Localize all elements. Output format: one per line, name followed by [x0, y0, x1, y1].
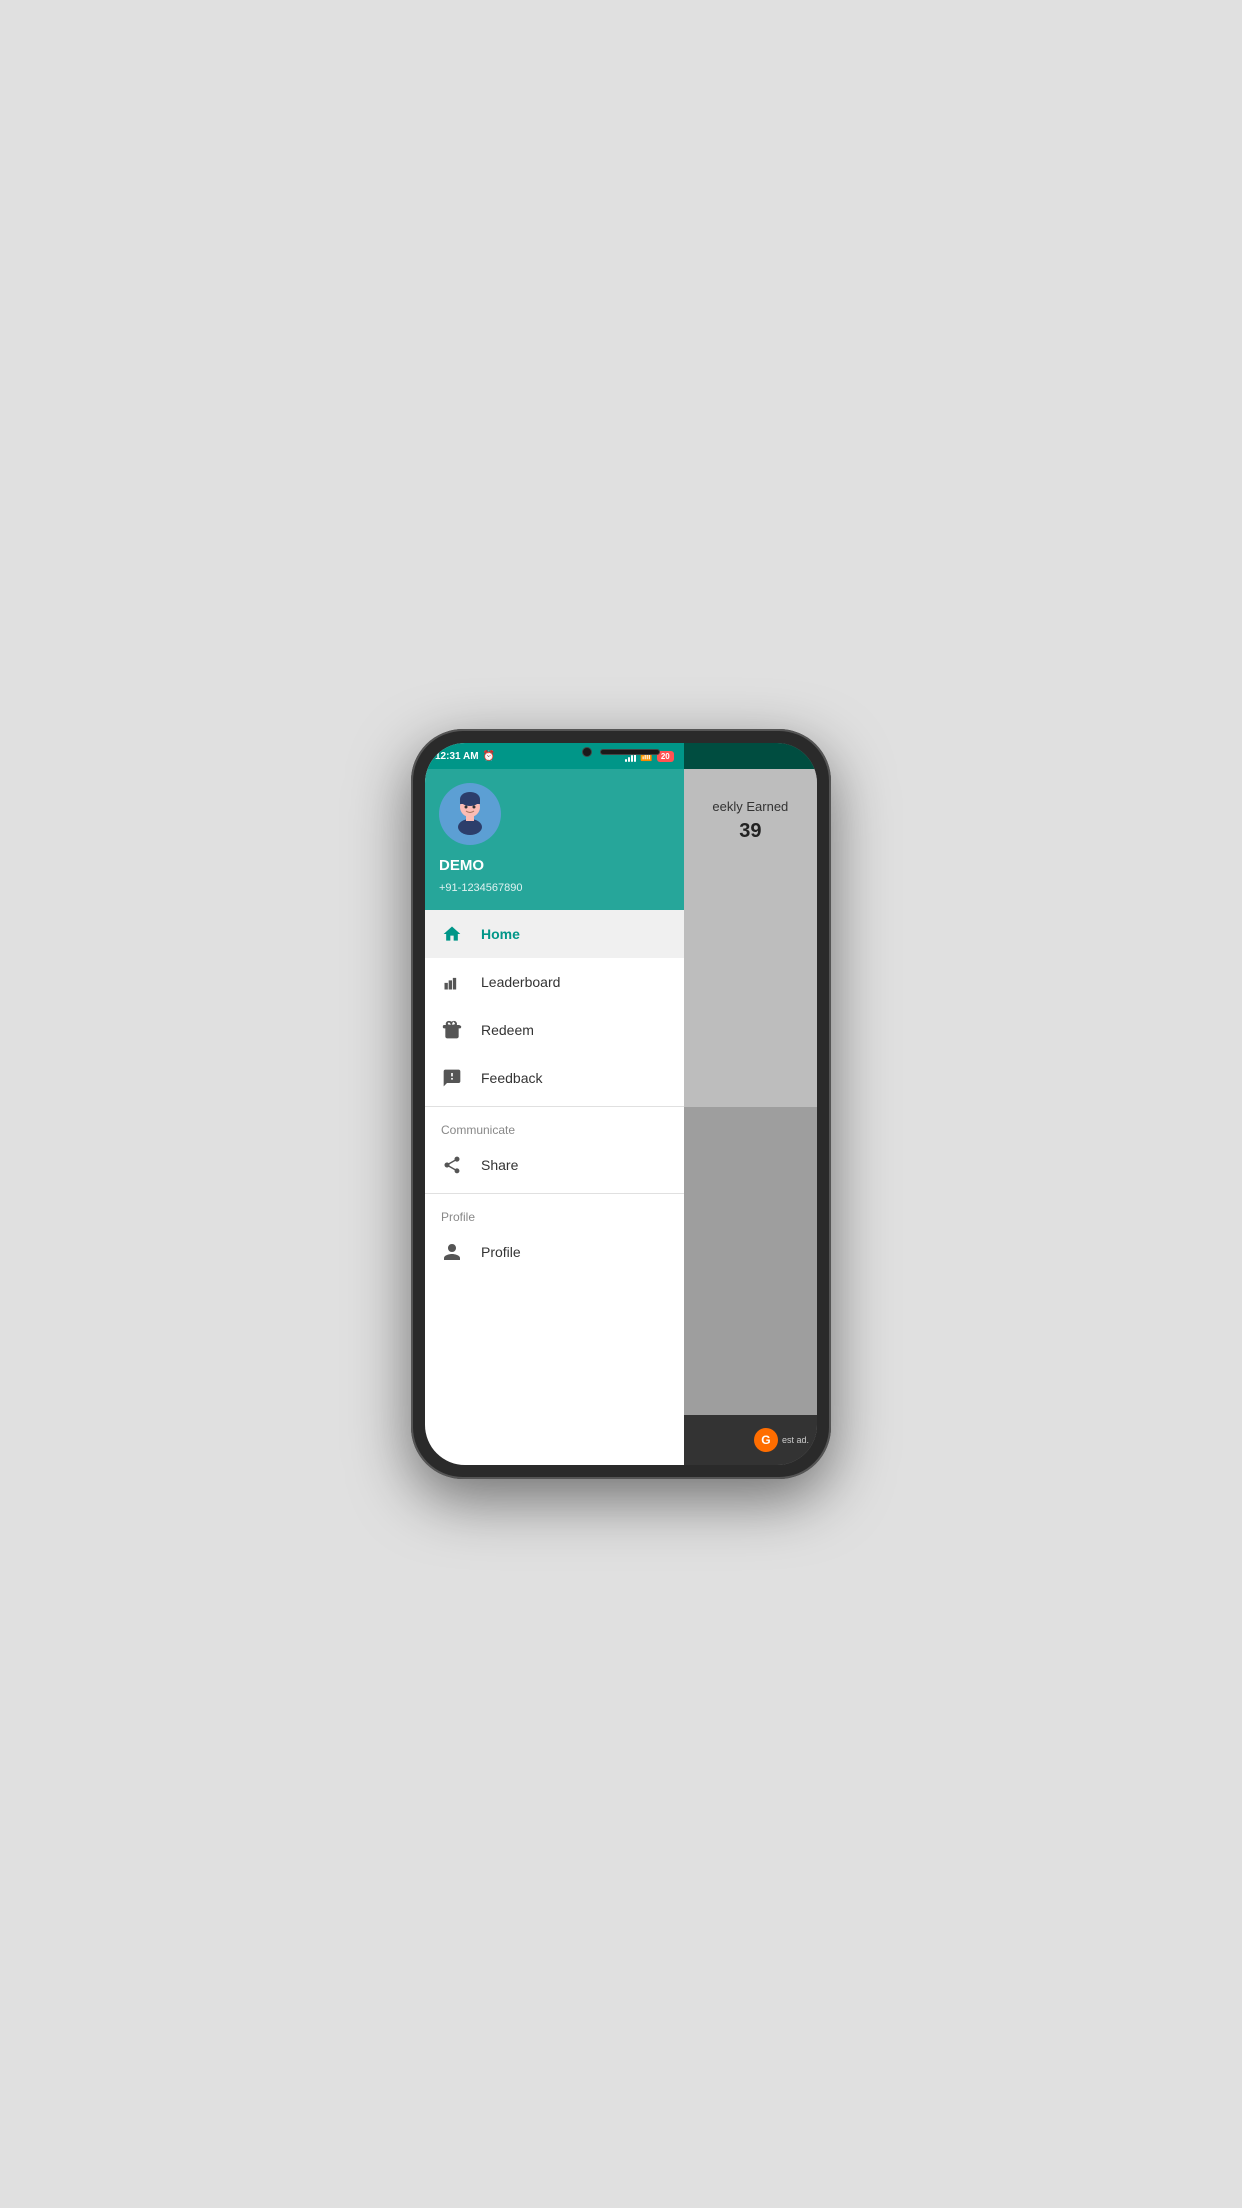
- person-icon: [441, 1241, 463, 1263]
- sidebar-item-leaderboard[interactable]: Leaderboard: [425, 958, 684, 1006]
- feedback-icon: [441, 1067, 463, 1089]
- profile-section-header: Profile: [425, 1198, 684, 1228]
- sidebar-item-home-label: Home: [481, 926, 520, 942]
- drawer-panel: 12:31 AM ⏰ 📶 20: [425, 743, 684, 1465]
- communicate-section-header: Communicate: [425, 1111, 684, 1141]
- sidebar-item-redeem-label: Redeem: [481, 1022, 534, 1038]
- weekly-earned-label: eekly Earned: [712, 799, 788, 814]
- phone-notch: [582, 747, 660, 757]
- ad-text: est ad.: [782, 1435, 809, 1445]
- sidebar-item-leaderboard-label: Leaderboard: [481, 974, 560, 990]
- divider-2: [425, 1193, 684, 1194]
- ad-logo-icon: G: [754, 1428, 778, 1452]
- battery-level: 20: [661, 752, 670, 761]
- sidebar-item-home[interactable]: Home: [425, 910, 684, 958]
- user-name: DEMO: [439, 857, 670, 874]
- alarm-icon: ⏰: [483, 751, 495, 762]
- divider-1: [425, 1106, 684, 1107]
- time-display: 12:31 AM: [435, 751, 479, 762]
- sidebar-item-feedback[interactable]: Feedback: [425, 1054, 684, 1102]
- front-camera: [582, 747, 592, 757]
- phone-speaker: [600, 749, 660, 755]
- avatar: [439, 783, 501, 845]
- redeem-icon: [441, 1019, 463, 1041]
- drawer-header: DEMO +91-1234567890: [425, 769, 684, 910]
- ad-area: G est ad.: [684, 1415, 817, 1465]
- bar2: [628, 757, 630, 762]
- right-status-bar: [684, 743, 817, 769]
- share-icon: [441, 1154, 463, 1176]
- leaderboard-icon: [441, 971, 463, 993]
- avatar-svg: [445, 789, 495, 839]
- main-panel: eekly Earned 39 G est ad.: [684, 743, 817, 1465]
- right-bottom: [684, 1107, 817, 1415]
- user-phone: +91-1234567890: [439, 882, 670, 894]
- status-time: 12:31 AM ⏰: [435, 751, 495, 762]
- right-content: eekly Earned 39: [684, 769, 817, 1107]
- home-icon: [441, 923, 463, 945]
- sidebar-item-redeem[interactable]: Redeem: [425, 1006, 684, 1054]
- bar1: [625, 759, 627, 762]
- sidebar-item-feedback-label: Feedback: [481, 1070, 542, 1086]
- sidebar-item-share-label: Share: [481, 1157, 518, 1173]
- weekly-earned-number: 39: [739, 820, 761, 843]
- phone-screen: 12:31 AM ⏰ 📶 20: [425, 743, 817, 1465]
- drawer-menu: Home Leaderboard: [425, 910, 684, 1465]
- sidebar-item-profile[interactable]: Profile: [425, 1228, 684, 1276]
- sidebar-item-share[interactable]: Share: [425, 1141, 684, 1189]
- phone-device: 12:31 AM ⏰ 📶 20: [411, 729, 831, 1479]
- sidebar-item-profile-label: Profile: [481, 1244, 521, 1260]
